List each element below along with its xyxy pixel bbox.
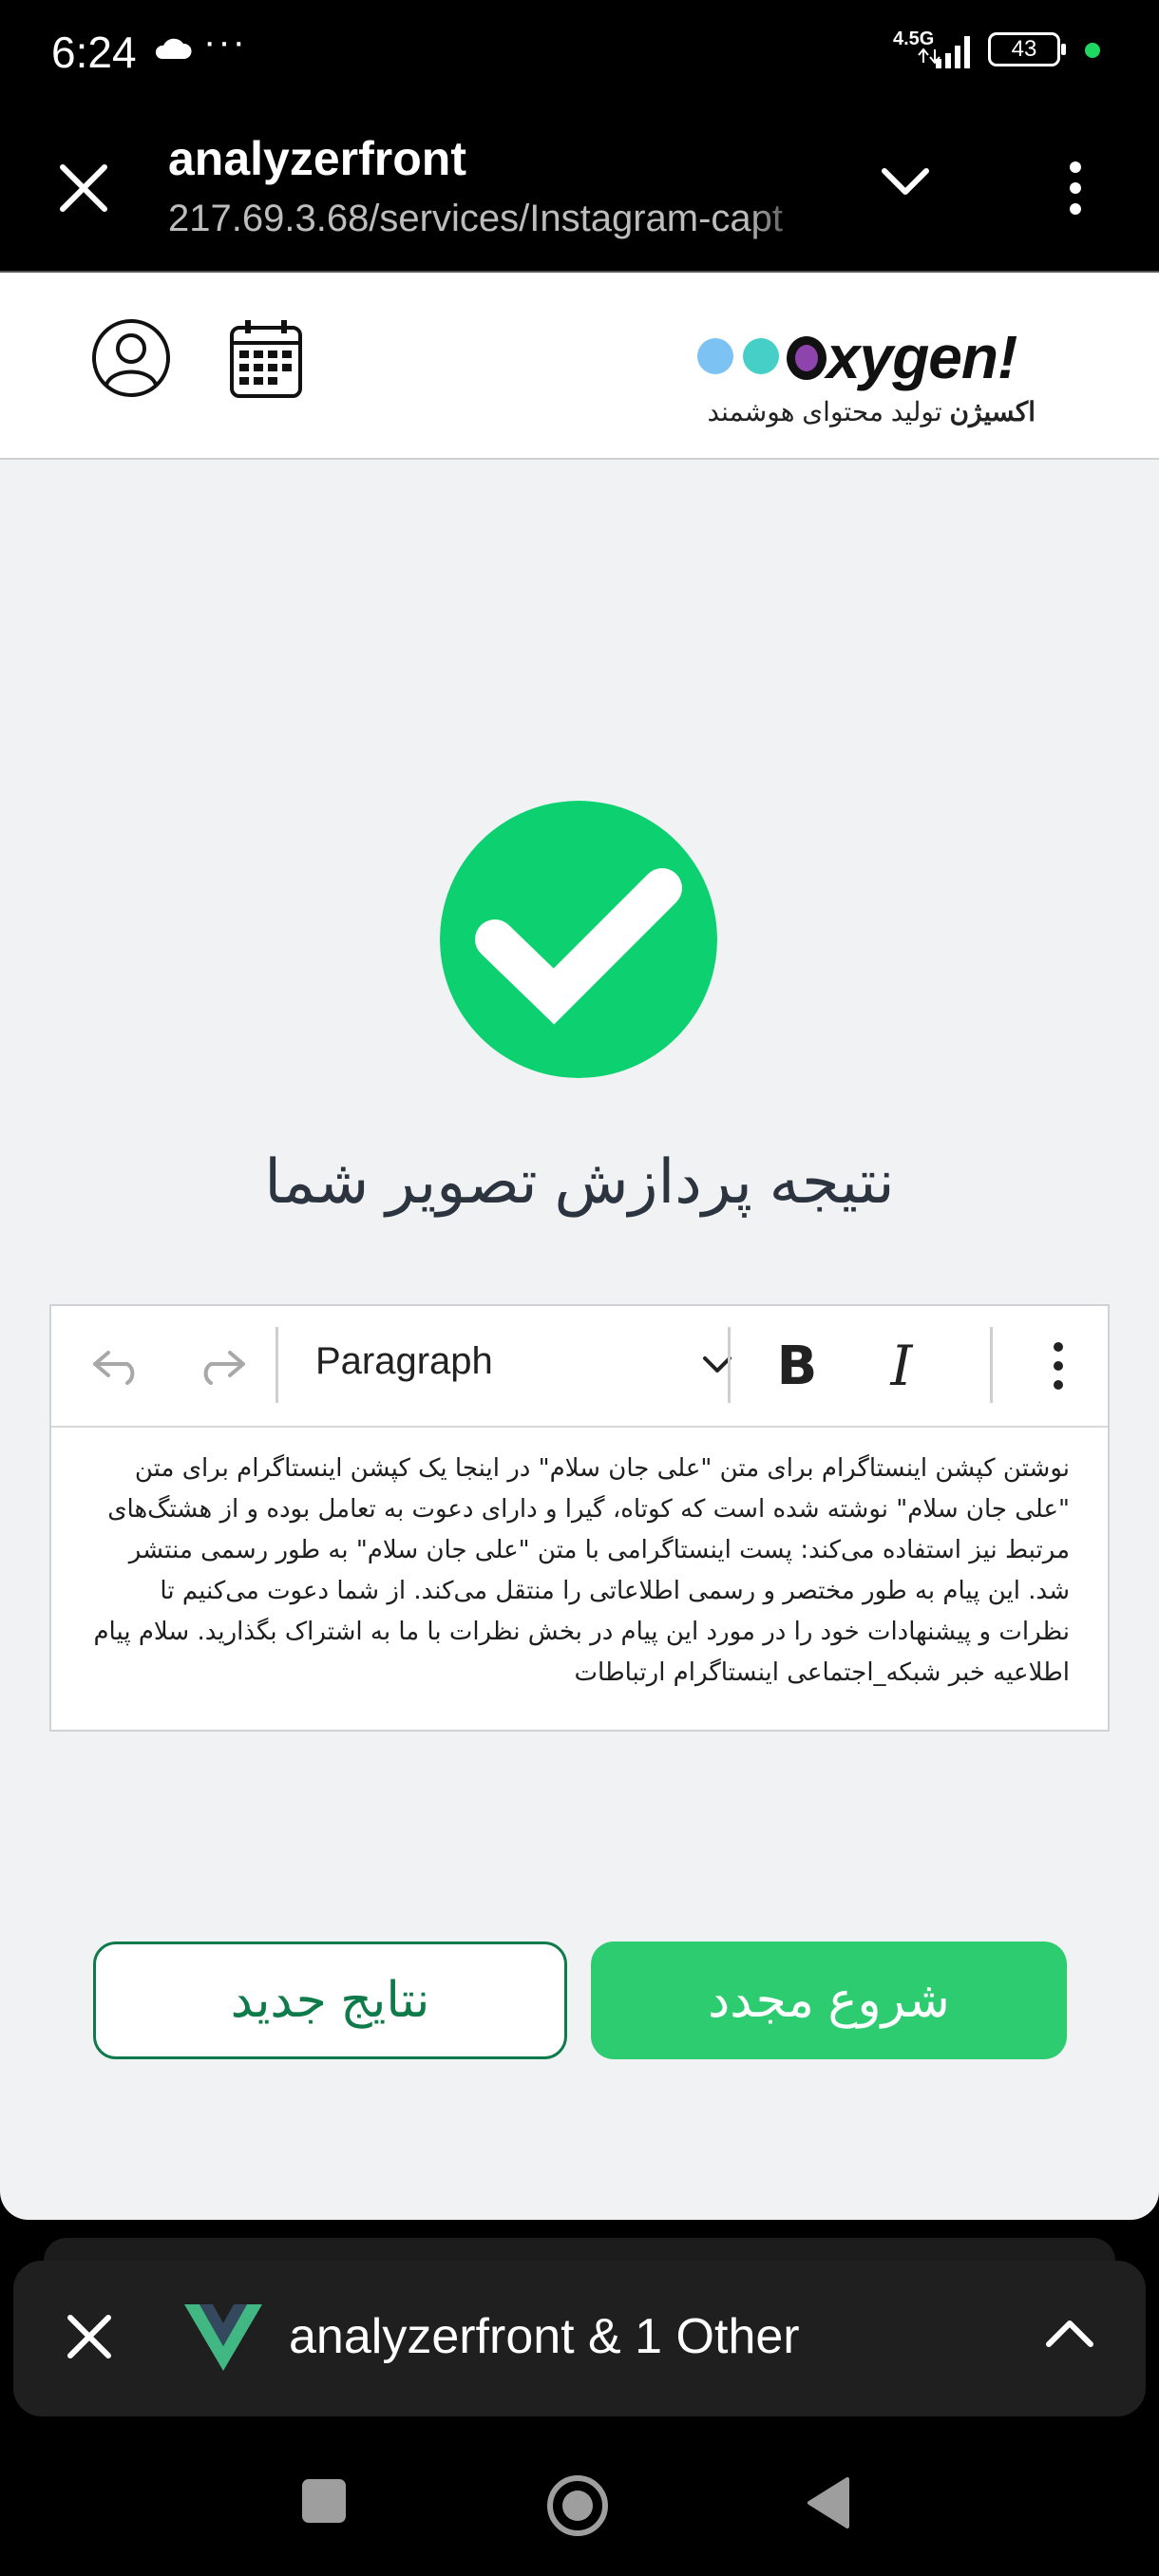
bold-button[interactable]: B (760, 1335, 834, 1397)
user-icon[interactable] (91, 318, 171, 398)
calendar-icon[interactable] (228, 318, 304, 400)
logo-dots-icon (697, 338, 779, 374)
tab-title: analyzerfront & 1 Other (289, 2309, 800, 2364)
editor-more-button[interactable] (1039, 1335, 1077, 1397)
redo-button[interactable] (188, 1335, 255, 1397)
chevron-up-icon[interactable] (1043, 2314, 1096, 2352)
status-bar: 6:24 ··· 4.5G 43 (0, 0, 1159, 104)
cloud-icon (155, 38, 192, 59)
result-heading: نتیجه پردازش تصویر شما (264, 1147, 895, 1216)
web-page: xygen! اکسیژن تولید محتوای هوشمند نتیجه … (0, 273, 1159, 2220)
home-button[interactable] (545, 2473, 610, 2538)
undo-button[interactable] (84, 1335, 150, 1397)
undo-icon (93, 1351, 135, 1385)
success-check-icon (440, 801, 717, 1078)
system-navigation-bar (0, 2432, 1159, 2576)
logo-tagline: اکسیژن تولید محتوای هوشمند (707, 397, 1036, 426)
block-type-value: Paragraph (315, 1340, 493, 1382)
block-type-dropdown[interactable]: Paragraph (315, 1335, 733, 1397)
more-vertical-icon (1054, 1342, 1063, 1390)
recent-apps-button[interactable] (302, 2479, 346, 2523)
caption-text[interactable]: نوشتن کپشن اینستاگرام برای متن "علی جان … (89, 1449, 1070, 1694)
more-menu-icon[interactable] (1062, 160, 1089, 217)
rich-text-editor: Paragraph B I نوشتن کپشن اینستاگرام برای… (49, 1304, 1110, 1732)
logo-o-mark (787, 336, 826, 380)
oxygen-logo[interactable]: xygen! اکسیژن تولید محتوای هوشمند (694, 301, 1036, 426)
url-text[interactable]: 217.69.3.68/services/Instagram-capt (168, 198, 824, 240)
bold-icon: B (776, 1335, 818, 1397)
vue-logo-icon (184, 2304, 262, 2371)
privacy-indicator (1085, 43, 1100, 58)
new-results-button[interactable]: نتایج جدید (93, 1941, 567, 2059)
clock: 6:24 (51, 28, 137, 77)
site-header: xygen! اکسیژن تولید محتوای هوشمند (0, 273, 1159, 460)
close-icon[interactable] (53, 158, 114, 218)
signal-icon (918, 36, 970, 68)
logo-wordmark: xygen! (787, 322, 1017, 392)
chevron-down-icon[interactable] (879, 163, 932, 201)
back-button[interactable] (804, 2475, 851, 2530)
italic-icon: I (890, 1334, 913, 1398)
browser-toolbar: analyzerfront 217.69.3.68/services/Insta… (0, 104, 1159, 273)
toolbar-divider (276, 1327, 278, 1403)
close-icon[interactable] (63, 2310, 116, 2363)
page-title: analyzerfront (168, 132, 466, 185)
tab-switcher-bar[interactable]: analyzerfront & 1 Other (13, 2261, 1146, 2416)
restart-button[interactable]: شروع مجدد (591, 1941, 1067, 2059)
toolbar-divider (728, 1327, 731, 1403)
toolbar-divider (990, 1327, 993, 1403)
more-notifications-icon: ··· (203, 21, 247, 63)
redo-icon (203, 1351, 245, 1385)
editor-toolbar: Paragraph B I (51, 1306, 1108, 1428)
battery-icon: 43 (988, 32, 1066, 66)
italic-button[interactable]: I (864, 1334, 939, 1398)
